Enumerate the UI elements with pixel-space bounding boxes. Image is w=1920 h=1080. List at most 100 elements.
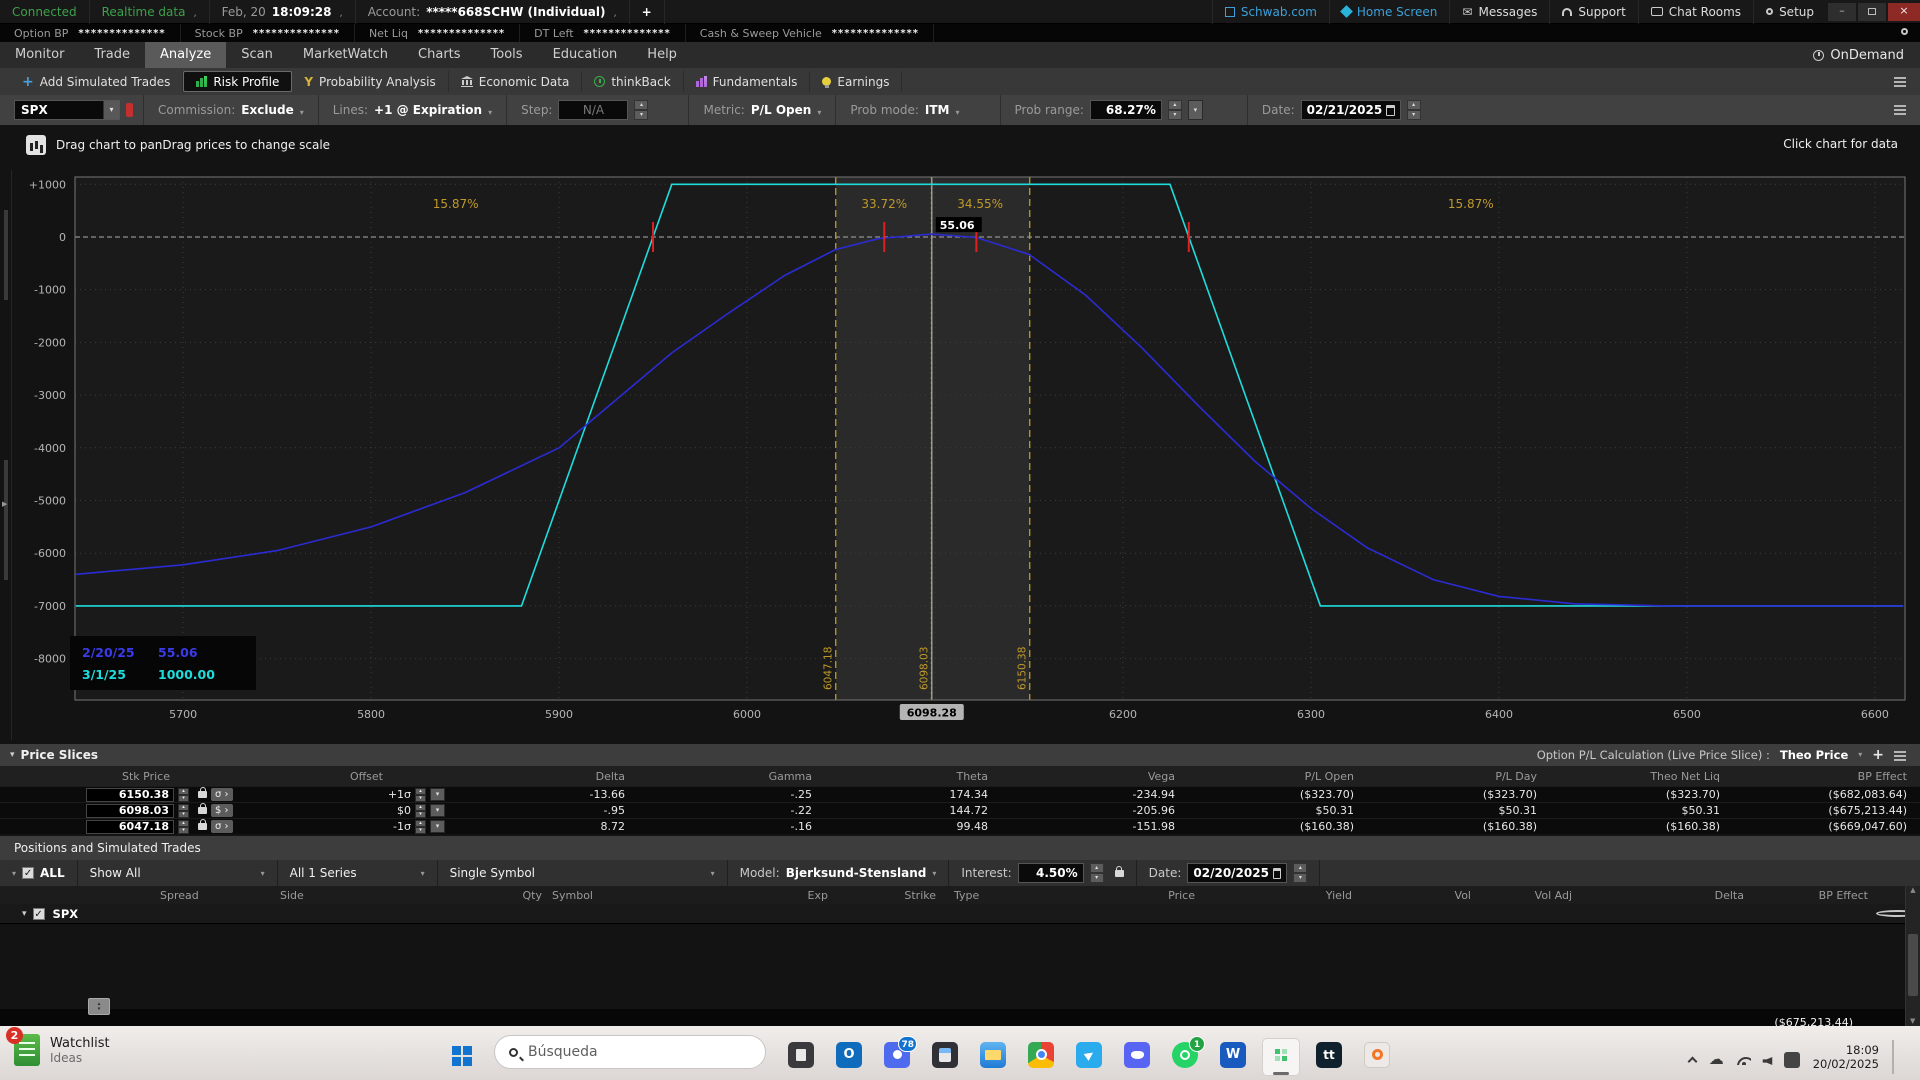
collapse-caret-icon[interactable]: ▾ [10, 750, 15, 760]
stepper-control[interactable]: ▴▾ [415, 804, 426, 817]
jupyter-icon[interactable] [1364, 1042, 1390, 1068]
tray-clock[interactable]: 18:0920/02/2025 [1813, 1043, 1879, 1071]
step-input[interactable]: N/A [558, 100, 628, 120]
risk-profile-chart[interactable]: 6047.186098.036150.3815.87%33.72%34.55%1… [0, 165, 1920, 744]
support-button[interactable]: Support [1549, 0, 1637, 24]
analysis-date-input[interactable]: 02/21/2025 [1301, 100, 1401, 120]
ondemand-button[interactable]: OnDemand [1813, 48, 1920, 63]
balances-gear-icon[interactable] [1901, 28, 1908, 35]
prob-range-stepper[interactable]: ▴▾ [1168, 100, 1182, 120]
model-dropdown[interactable]: Model:Bjerksund-Stensland▾ [728, 860, 950, 886]
chart-style-icon[interactable] [26, 135, 46, 155]
messages-button[interactable]: ✉ Messages [1449, 0, 1549, 24]
series-dropdown[interactable]: All 1 Series▾ [278, 860, 438, 886]
dropdown-icon[interactable]: ▾ [430, 804, 445, 817]
controls-menu-icon[interactable] [1894, 105, 1906, 107]
menu-tab-analyze[interactable]: Analyze [145, 42, 226, 68]
subtab-earnings[interactable]: Earnings [810, 71, 902, 92]
positions-date-input[interactable]: 02/20/2025 [1187, 863, 1287, 883]
subtab-add-simulated-trades[interactable]: +Add Simulated Trades [10, 71, 183, 92]
dropdown-icon[interactable]: ▾ [430, 820, 445, 833]
positions-scrollbar[interactable]: ▲ ▼ [1905, 886, 1920, 1026]
menu-tab-trade[interactable]: Trade [79, 42, 145, 68]
add-price-slice-button[interactable]: + [1872, 747, 1884, 763]
menu-tab-marketwatch[interactable]: MarketWatch [288, 42, 403, 68]
positions-group-row[interactable]: ▾ ✓ SPX [0, 904, 1920, 924]
discord-icon[interactable] [1124, 1042, 1150, 1068]
menu-tab-education[interactable]: Education [538, 42, 633, 68]
interest-input[interactable]: 4.50% [1018, 863, 1084, 883]
commission-control[interactable]: Commission:Exclude▾ [143, 95, 318, 125]
lines-control[interactable]: Lines:+1 @ Expiration▾ [318, 95, 506, 125]
stepper-control[interactable]: ▴▾ [178, 788, 189, 801]
start-button[interactable] [452, 1046, 472, 1066]
subtab-economic-data[interactable]: Economic Data [449, 71, 583, 92]
metric-control[interactable]: Metric:P/L Open▾ [688, 95, 835, 125]
subtabs-menu-icon[interactable] [1894, 77, 1906, 79]
menu-tab-help[interactable]: Help [632, 42, 692, 68]
thinkorswim-icon[interactable] [1268, 1042, 1294, 1068]
word-icon[interactable]: W [1220, 1042, 1246, 1068]
stepper-control[interactable]: ▴▾ [178, 820, 189, 833]
stepper-control[interactable]: ▴▾ [178, 804, 189, 817]
positions-date-control[interactable]: Date: 02/20/2025 ▴▾ [1137, 860, 1321, 886]
calculator-icon[interactable] [932, 1042, 958, 1068]
chart-left-splitter[interactable]: ▶ [0, 170, 12, 740]
menu-tab-monitor[interactable]: Monitor [0, 42, 79, 68]
minimize-button[interactable]: – [1828, 3, 1856, 21]
menu-tab-charts[interactable]: Charts [403, 42, 476, 68]
dropdown-icon[interactable]: ▾ [430, 788, 445, 801]
symbol-dropdown-icon[interactable]: ▾ [103, 101, 119, 119]
slice-price-input[interactable]: 6098.03 [86, 804, 174, 818]
slice-mode-button[interactable]: σ › [211, 820, 233, 833]
price-slices-header[interactable]: ▾ Price Slices Option P/L Calculation (L… [0, 744, 1920, 766]
interest-stepper[interactable]: ▴▾ [1090, 863, 1104, 883]
slices-menu-icon[interactable] [1894, 751, 1906, 753]
maximize-button[interactable] [1858, 3, 1886, 21]
row-stepper-overlay[interactable]: ▴▾ [88, 998, 110, 1015]
subtab-probability-analysis[interactable]: YProbability Analysis [292, 71, 448, 92]
stepper-control[interactable]: ▴▾ [415, 788, 426, 801]
home-screen-link[interactable]: Home Screen [1329, 0, 1450, 24]
prob-range-control[interactable]: Prob range: 68.27% ▴▾ ▾ [1000, 95, 1217, 125]
date-stepper[interactable]: ▴▾ [1407, 100, 1421, 120]
positions-header[interactable]: Positions and Simulated Trades [0, 836, 1920, 860]
whatsapp-icon[interactable]: 1 [1172, 1042, 1198, 1068]
group-checkbox[interactable]: ✓ [33, 908, 45, 920]
add-account-tab-button[interactable]: + [630, 0, 665, 24]
prob-range-input[interactable]: 68.27% [1090, 100, 1162, 120]
slice-price-input[interactable]: 6047.18 [86, 820, 174, 834]
onedrive-icon[interactable]: ☁ [1709, 1050, 1724, 1068]
step-stepper[interactable]: ▴▾ [634, 100, 648, 120]
subtab-fundamentals[interactable]: Fundamentals [684, 71, 811, 92]
wifi-icon[interactable] [1737, 1057, 1751, 1065]
outlook-icon[interactable]: O [836, 1042, 862, 1068]
chrome-icon[interactable] [1028, 1042, 1054, 1068]
all-checkbox[interactable]: ✓ [22, 867, 34, 879]
close-button[interactable]: × [1888, 3, 1920, 21]
lock-icon[interactable] [1115, 870, 1124, 877]
telegram-icon[interactable]: ▶ [1076, 1042, 1102, 1068]
positions-all-toggle[interactable]: ▾ ✓ ALL [0, 860, 78, 886]
interest-control[interactable]: Interest: 4.50% ▴▾ [949, 860, 1136, 886]
menu-tab-tools[interactable]: Tools [476, 42, 538, 68]
menu-tab-scan[interactable]: Scan [226, 42, 288, 68]
symbol-input[interactable]: SPX ▾ [14, 100, 120, 120]
account-selector[interactable]: Account:*****668SCHW (Individual), [356, 0, 630, 24]
pl-calc-value[interactable]: Theo Price [1780, 748, 1848, 762]
prob-range-dropdown-icon[interactable]: ▾ [1188, 100, 1203, 120]
step-control[interactable]: Step: N/A ▴▾ [506, 95, 662, 125]
analysis-date-control[interactable]: Date: 02/21/2025 ▴▾ [1247, 95, 1435, 125]
subtab-risk-profile[interactable]: Risk Profile [183, 71, 292, 92]
slice-price-input[interactable]: 6150.38 [86, 788, 174, 802]
chat-rooms-button[interactable]: Chat Rooms [1638, 0, 1753, 24]
lock-icon[interactable] [198, 791, 207, 798]
lock-icon[interactable] [198, 823, 207, 830]
prob-mode-control[interactable]: Prob mode:ITM▾ [835, 95, 973, 125]
setup-button[interactable]: Setup [1753, 0, 1826, 24]
slice-mode-button[interactable]: σ › [211, 788, 233, 801]
search-input[interactable]: Búsqueda [494, 1035, 766, 1069]
positions-date-stepper[interactable]: ▴▾ [1293, 863, 1307, 883]
scrollbar-thumb[interactable] [1908, 934, 1918, 996]
tt-app-icon[interactable]: tt [1316, 1042, 1342, 1068]
